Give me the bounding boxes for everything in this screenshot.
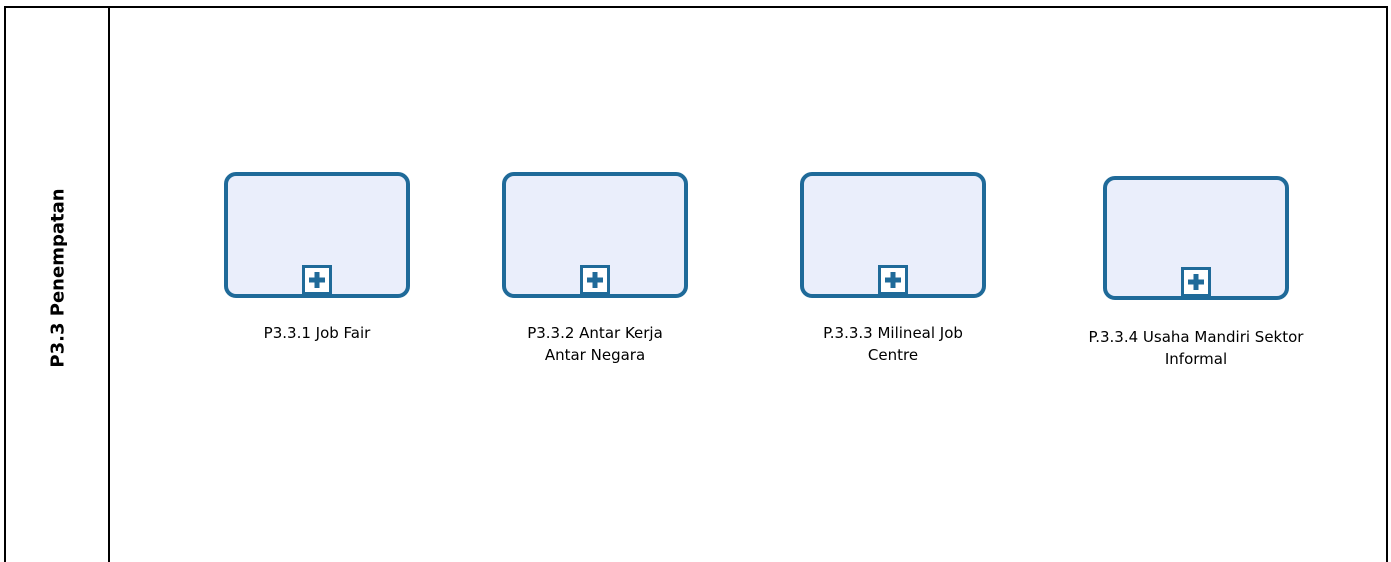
plus-icon[interactable] bbox=[302, 265, 332, 295]
subprocess-task-antar-kerja[interactable] bbox=[502, 172, 688, 298]
subprocess-task-milineal-job-centre[interactable] bbox=[800, 172, 986, 298]
plus-icon[interactable] bbox=[878, 265, 908, 295]
task-label: P.3.3.4 Usaha Mandiri Sektor Informal bbox=[1088, 328, 1304, 368]
task-label: P3.3.2 Antar Kerja Antar Negara bbox=[527, 324, 663, 364]
task-label: P.3.3.3 Milineal Job Centre bbox=[823, 324, 963, 364]
lane-title: P3.3 Penempatan bbox=[47, 188, 69, 368]
subprocess-task-usaha-mandiri[interactable] bbox=[1103, 176, 1289, 300]
lane-header: P3.3 Penempatan bbox=[6, 8, 110, 562]
plus-icon[interactable] bbox=[580, 265, 610, 295]
subprocess-task-job-fair[interactable] bbox=[224, 172, 410, 298]
plus-icon[interactable] bbox=[1181, 267, 1211, 297]
task-label: P3.3.1 Job Fair bbox=[263, 324, 371, 342]
